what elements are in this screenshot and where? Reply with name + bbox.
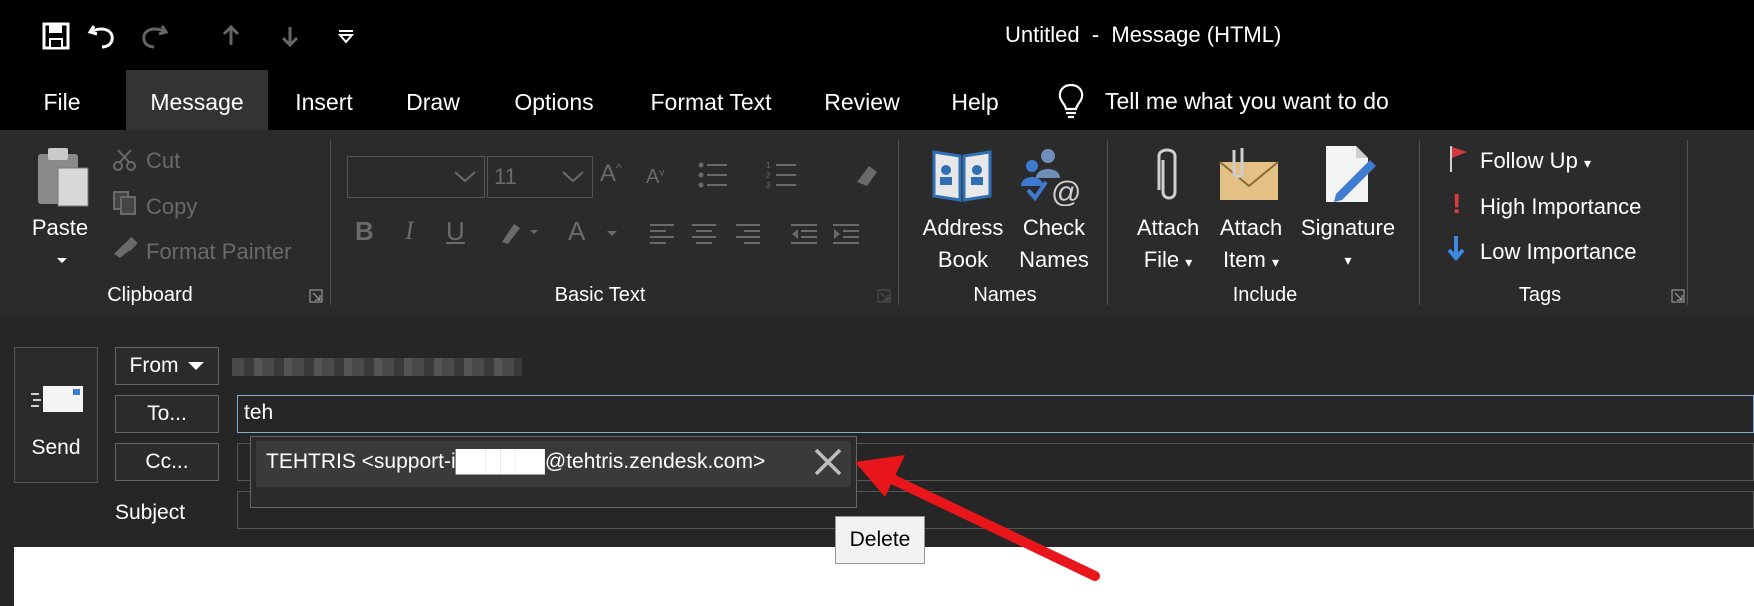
annotation-arrow (855, 455, 1100, 581)
